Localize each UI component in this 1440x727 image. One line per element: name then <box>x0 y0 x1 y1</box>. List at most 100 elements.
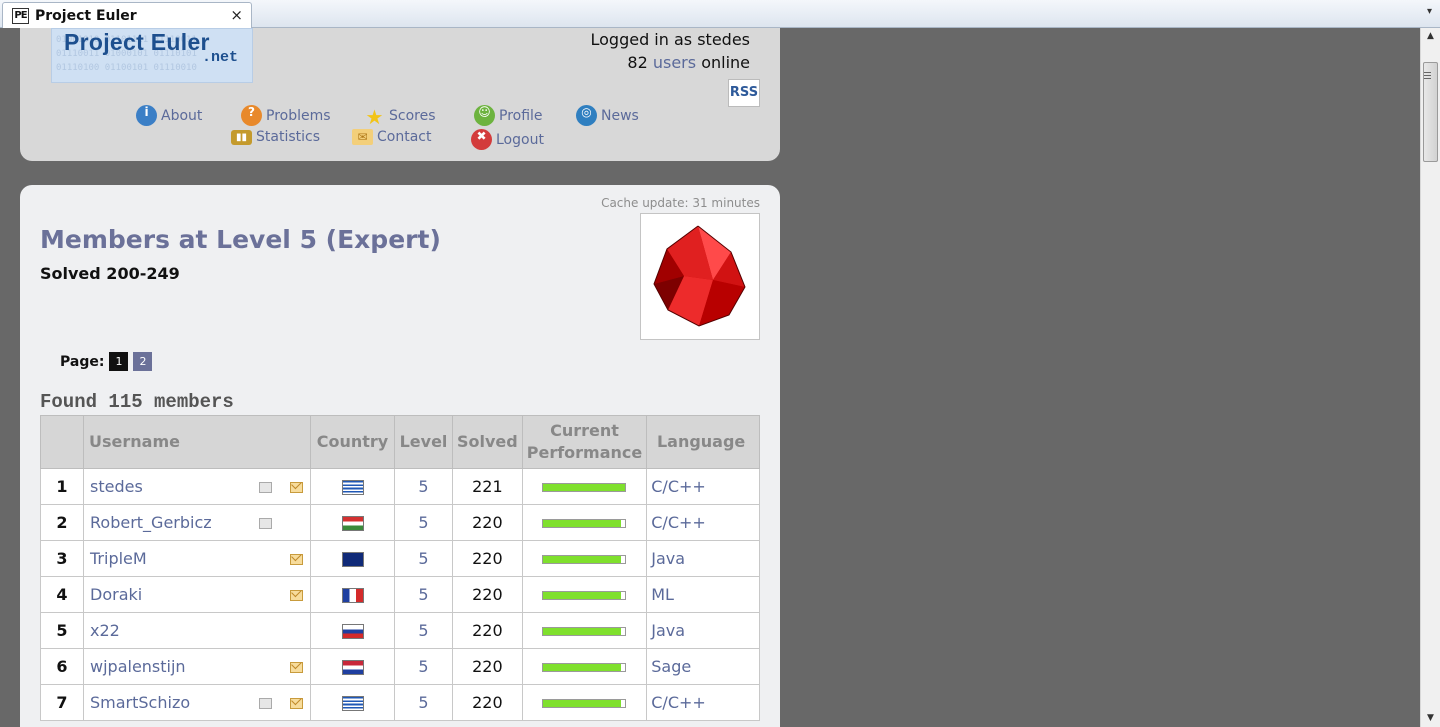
level-icosahedron-image <box>640 213 760 340</box>
username-link[interactable]: SmartSchizo <box>90 693 190 712</box>
row-country <box>310 468 395 505</box>
row-level: 5 <box>394 468 453 505</box>
username-link[interactable]: TripleM <box>90 549 147 568</box>
nav-statistics[interactable]: ▮▮ Statistics <box>231 129 320 145</box>
row-username-cell: TripleM <box>83 540 311 577</box>
table-row: 3 TripleM 5 220 Java <box>40 540 760 577</box>
row-solved: 220 <box>452 504 523 541</box>
row-solved: 221 <box>452 468 523 505</box>
greece-flag-icon <box>341 696 364 711</box>
column-language: Language <box>646 415 760 469</box>
username-link[interactable]: wjpalenstijn <box>90 657 186 676</box>
row-language: Sage <box>646 648 760 685</box>
row-level: 5 <box>394 684 453 721</box>
row-solved: 220 <box>452 576 523 613</box>
nav-scores[interactable]: ★ Scores <box>364 105 436 129</box>
row-username-cell: wjpalenstijn <box>83 648 311 685</box>
page-1-button[interactable]: 1 <box>109 352 129 371</box>
scroll-down-arrow-icon[interactable]: ▼ <box>1421 710 1440 727</box>
row-rank: 1 <box>40 468 84 505</box>
column-username: Username <box>83 415 311 469</box>
row-username-cell: x22 <box>83 612 311 649</box>
mail-icon[interactable] <box>290 554 303 565</box>
row-level: 5 <box>394 504 453 541</box>
row-country <box>310 612 395 649</box>
row-country <box>310 576 395 613</box>
netherlands-flag-icon <box>341 660 364 675</box>
new-zealand-flag-icon <box>341 552 364 567</box>
row-rank: 3 <box>40 540 84 577</box>
nav-contact-label: Contact <box>377 129 432 145</box>
row-rank: 6 <box>40 648 84 685</box>
row-performance <box>521 468 648 505</box>
username-link[interactable]: Robert_Gerbicz <box>90 513 212 532</box>
column-current-performance: Current Performance <box>521 415 648 469</box>
row-rank: 4 <box>40 576 84 613</box>
scrollbar-thumb[interactable] <box>1423 62 1438 162</box>
rss-button[interactable]: RSS <box>728 79 760 107</box>
performance-bar <box>542 591 627 600</box>
mail-icon[interactable] <box>290 482 303 493</box>
mail-icon[interactable] <box>290 590 303 601</box>
row-performance <box>521 684 648 721</box>
document-icon[interactable] <box>259 518 272 529</box>
document-icon[interactable] <box>259 698 272 709</box>
project-euler-logo[interactable]: 01001010 01101111 01110011 01110011 0100… <box>51 28 253 83</box>
site-favicon-icon: PE <box>12 8 29 24</box>
nav-about-label: About <box>161 107 203 124</box>
hungary-flag-icon <box>341 516 364 531</box>
contact-icon: ✉ <box>352 129 373 145</box>
page-subtitle: Solved 200-249 <box>40 264 180 283</box>
nav-news[interactable]: ◎ News <box>576 105 639 126</box>
row-language: Java <box>646 612 760 649</box>
members-table: Username Country Level Solved Current Pe… <box>40 415 760 721</box>
logo-title: Project Euler <box>64 29 210 55</box>
online-word: online <box>701 53 750 72</box>
performance-bar <box>542 555 627 564</box>
performance-bar-fill <box>543 628 622 635</box>
main-content: Cache update: 31 minutes Members at Leve… <box>20 185 780 727</box>
column-country: Country <box>310 415 395 469</box>
document-icon[interactable] <box>259 482 272 493</box>
mail-icon[interactable] <box>290 662 303 673</box>
performance-bar-fill <box>543 700 622 707</box>
problems-icon: ? <box>241 105 262 126</box>
performance-bar <box>542 519 627 528</box>
news-icon: ◎ <box>576 105 597 126</box>
nav-logout-label: Logout <box>496 131 544 148</box>
vertical-scrollbar[interactable]: ▲ ▼ <box>1420 28 1440 727</box>
page-2-button[interactable]: 2 <box>133 352 153 371</box>
table-row: 5 x22 5 220 Java <box>40 612 760 649</box>
row-language: ML <box>646 576 760 613</box>
tab-title: Project Euler <box>35 8 137 24</box>
row-language: C/C++ <box>646 468 760 505</box>
username-link[interactable]: Doraki <box>90 585 142 604</box>
login-status: Logged in as stedes 82 users online <box>590 28 750 74</box>
nav-contact[interactable]: ✉ Contact <box>352 129 431 145</box>
row-solved: 220 <box>452 612 523 649</box>
close-tab-icon[interactable]: × <box>230 6 243 24</box>
cache-update: Cache update: 31 minutes <box>601 196 760 210</box>
page-title: Members at Level 5 (Expert) <box>40 225 441 254</box>
mail-icon[interactable] <box>290 698 303 709</box>
slovakia-flag-icon <box>341 624 364 639</box>
row-country <box>310 504 395 541</box>
page-label: Page: <box>60 353 105 370</box>
nav-about[interactable]: i About <box>136 105 202 126</box>
nav-profile[interactable]: ☺ Profile <box>474 105 543 126</box>
username-link[interactable]: x22 <box>90 621 120 640</box>
greece-flag-icon <box>341 480 364 495</box>
nav-logout[interactable]: ✖ Logout <box>471 129 544 150</box>
row-level: 5 <box>394 540 453 577</box>
france-flag-icon <box>341 588 364 603</box>
nav-problems[interactable]: ? Problems <box>241 105 331 126</box>
browser-tab-strip: PE Project Euler × ▾ <box>0 0 1440 28</box>
users-link[interactable]: users <box>653 53 696 72</box>
username-link[interactable]: stedes <box>90 477 143 496</box>
row-country <box>310 684 395 721</box>
browser-tab[interactable]: PE Project Euler × <box>2 2 252 28</box>
row-solved: 220 <box>452 540 523 577</box>
tab-list-dropdown-icon[interactable]: ▾ <box>1427 6 1432 17</box>
scroll-up-arrow-icon[interactable]: ▲ <box>1421 28 1440 45</box>
performance-bar-fill <box>543 592 622 599</box>
